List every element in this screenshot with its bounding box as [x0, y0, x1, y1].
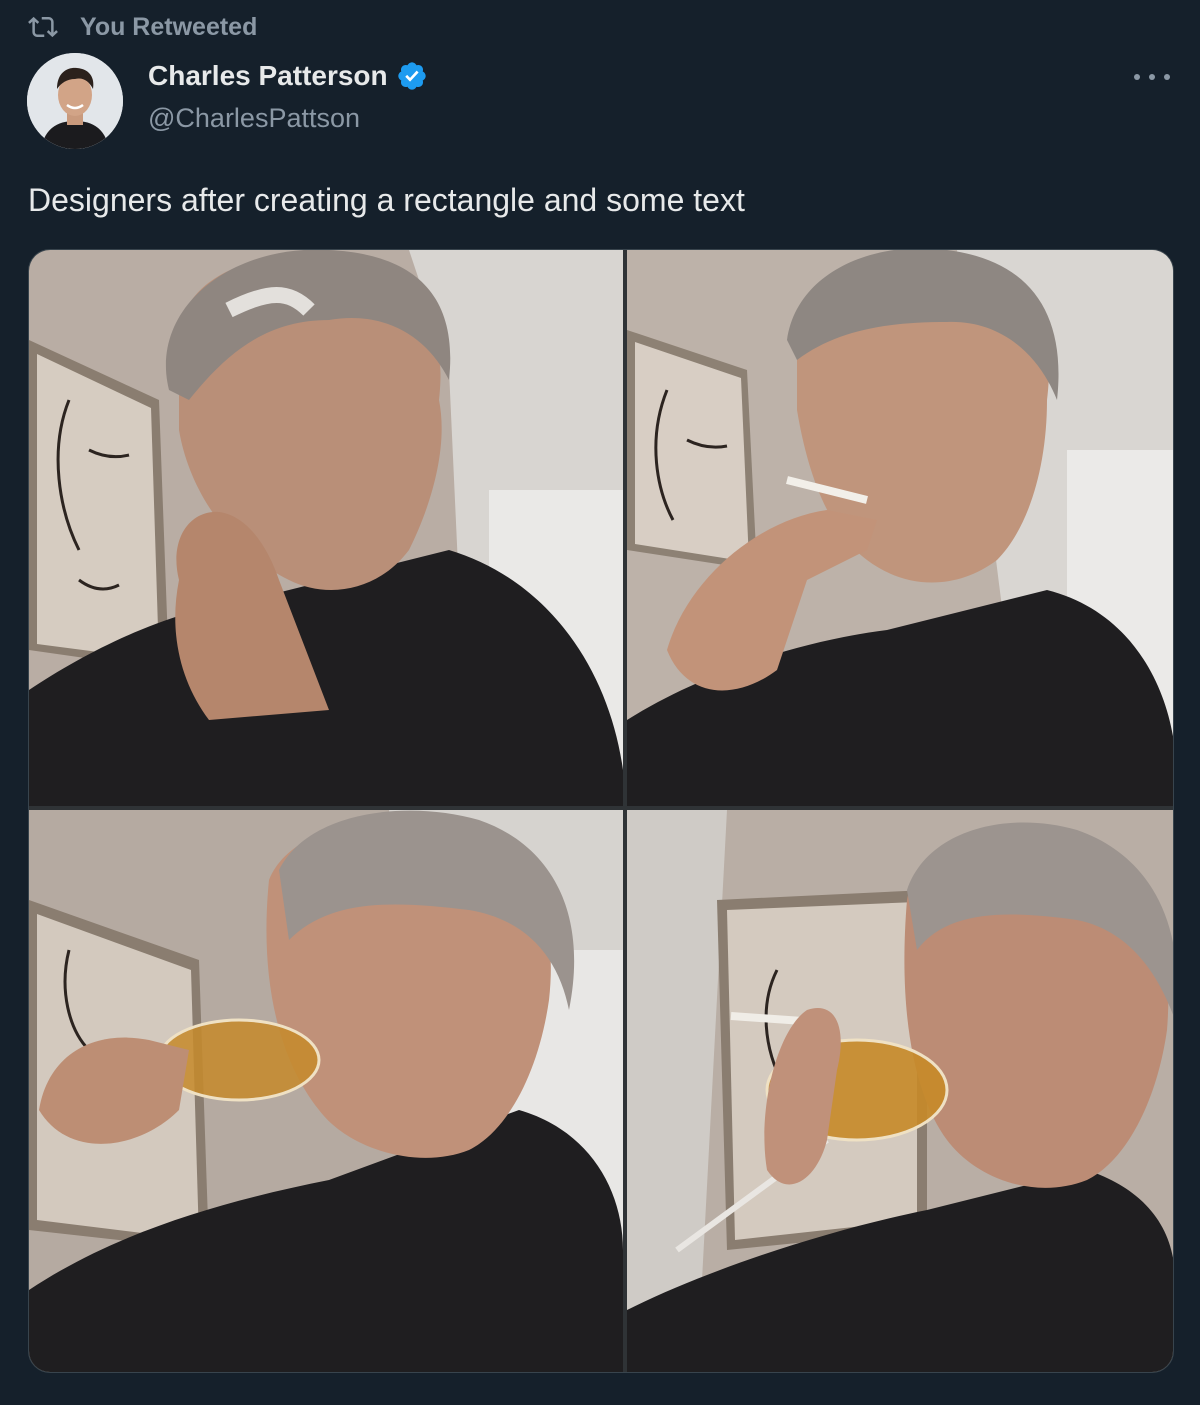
social-context[interactable]: You Retweeted	[28, 12, 257, 42]
more-dot	[1149, 74, 1155, 80]
author-handle[interactable]: @CharlesPattson	[148, 103, 360, 134]
media-photo-4[interactable]	[627, 810, 1173, 1372]
social-context-label: You Retweeted	[80, 12, 258, 41]
photo-man-drinking-and-smoking	[627, 810, 1173, 1372]
media-photo-2[interactable]	[627, 250, 1173, 806]
more-dot	[1164, 74, 1170, 80]
media-grid	[28, 249, 1174, 1373]
verified-badge-icon[interactable]	[396, 60, 428, 92]
media-photo-3[interactable]	[29, 810, 623, 1372]
author-name-row: Charles Patterson	[148, 60, 428, 92]
media-photo-1[interactable]	[29, 250, 623, 806]
author-display-name[interactable]: Charles Patterson	[148, 60, 388, 92]
tweet-text: Designers after creating a rectangle and…	[28, 182, 745, 218]
tweet-card[interactable]: You Retweeted Charles Patterson @Charles…	[0, 0, 1200, 1405]
avatar[interactable]	[27, 53, 123, 149]
more-options-icon[interactable]	[1134, 62, 1170, 92]
photo-man-drinking-from-glass	[29, 810, 623, 1372]
retweet-icon	[28, 16, 58, 38]
photo-man-smoking-cigarette	[627, 250, 1173, 806]
photo-man-hand-on-chin	[29, 250, 623, 806]
more-dot	[1134, 74, 1140, 80]
